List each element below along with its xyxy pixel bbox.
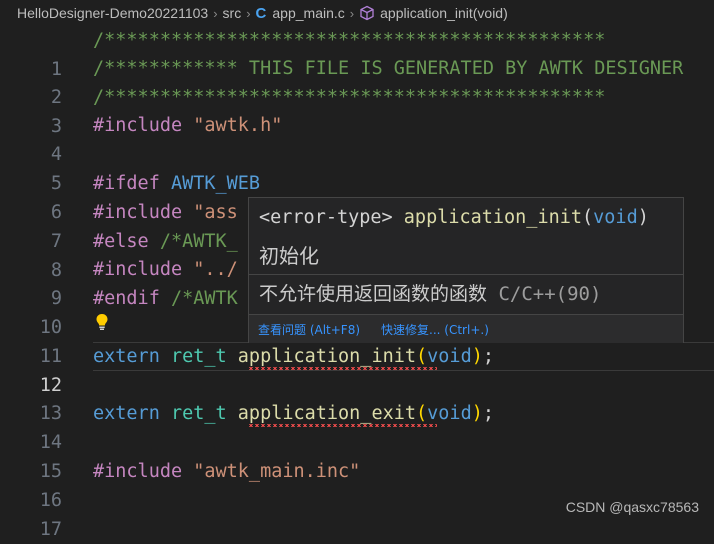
divider <box>249 274 683 275</box>
function-name: application_init <box>392 207 583 228</box>
paren: ) <box>637 207 649 228</box>
preprocessor-directive: #include <box>93 461 183 482</box>
error-text: 不允许使用返回函数的函数 <box>259 283 488 305</box>
keyword: extern <box>93 403 160 424</box>
paren: ( <box>582 207 594 228</box>
code-line[interactable]: 16 #include "awtk_main.inc" <box>0 457 714 511</box>
comment: /************ <box>93 58 238 79</box>
code-line[interactable]: 15 <box>0 428 714 482</box>
comment: /*AWTK_ <box>148 231 238 252</box>
line-number: 17 <box>39 519 62 540</box>
keyword: void <box>593 207 638 228</box>
preprocessor-directive: #include <box>93 202 183 223</box>
code-line[interactable]: 1 /*************************************… <box>0 26 714 80</box>
code-line[interactable]: 6 #ifdef AWTK_WEB <box>0 169 714 223</box>
paren: ( <box>416 403 428 424</box>
code-line[interactable]: 2 /************ THIS FILE IS GENERATED B… <box>0 54 714 108</box>
comment: /***************************************… <box>93 87 606 108</box>
preprocessor-directive: #ifdef <box>93 173 160 194</box>
paren: ) <box>471 346 483 367</box>
function-name[interactable]: application_init <box>227 346 416 367</box>
preprocessor-directive: #endif <box>93 288 160 309</box>
string-literal: "awtk_main.inc" <box>182 461 361 482</box>
preprocessor-directive: #include <box>93 259 183 280</box>
hover-status-bar: 查看问题 (Alt+F8) 快速修复... (Ctrl+.) <box>249 314 683 343</box>
quick-fix-link[interactable]: 快速修复... (Ctrl+.) <box>381 321 489 338</box>
view-problem-link[interactable]: 查看问题 (Alt+F8) <box>258 321 360 338</box>
punctuation: ; <box>482 403 494 424</box>
breadcrumb-file[interactable]: app_main.c <box>272 5 344 21</box>
code-line[interactable]: 4 #include "awtk.h" <box>0 111 714 165</box>
c-language-icon: C <box>255 4 267 22</box>
comment: /*AWTK <box>159 288 238 309</box>
code-line[interactable]: 5 <box>0 140 714 194</box>
string-literal: "../ <box>182 259 238 280</box>
paren: ( <box>416 346 428 367</box>
error-squiggle <box>248 424 437 427</box>
code-line[interactable]: 13 <box>0 370 714 424</box>
chevron-right-icon: › <box>349 5 355 21</box>
breadcrumb-symbol[interactable]: application_init(void) <box>380 5 508 21</box>
comment: THIS FILE IS GENERATED BY AWTK DESIGNER <box>237 58 684 79</box>
error-source: C/C++(90) <box>487 283 602 305</box>
watermark: CSDN @qasxc78563 <box>565 499 699 515</box>
punctuation: ; <box>482 346 494 367</box>
hover-description: 初始化 <box>259 244 319 268</box>
chevron-right-icon: › <box>213 5 218 21</box>
preprocessor-directive: #else <box>93 231 149 252</box>
breadcrumb: HelloDesigner-Demo20221103 › src › C app… <box>0 0 714 26</box>
chevron-right-icon: › <box>246 5 251 21</box>
type-name: ret_t <box>159 346 227 367</box>
hover-tooltip: <error-type> application_init(void) 初始化 … <box>248 197 684 343</box>
lightbulb-icon[interactable] <box>94 313 110 331</box>
hover-error-message: 不允许使用返回函数的函数 C/C++(90) <box>259 280 601 308</box>
preprocessor-directive: #include <box>93 115 183 136</box>
code-line[interactable]: 3 /*************************************… <box>0 83 714 137</box>
string-literal: "awtk.h" <box>182 115 283 136</box>
method-cube-icon <box>359 5 375 21</box>
keyword: extern <box>93 346 160 367</box>
function-name[interactable]: application_exit <box>227 403 416 424</box>
keyword: void <box>427 346 472 367</box>
breadcrumb-folder[interactable]: src <box>223 5 242 21</box>
type-name: ret_t <box>159 403 227 424</box>
comment: /***************************************… <box>93 30 606 51</box>
macro-name: AWTK_WEB <box>159 173 261 194</box>
paren: ) <box>471 403 483 424</box>
keyword: void <box>427 403 472 424</box>
hover-signature: <error-type> application_init(void) <box>259 204 649 232</box>
error-type-label: <error-type> <box>259 207 393 228</box>
breadcrumb-project[interactable]: HelloDesigner-Demo20221103 <box>17 5 208 21</box>
string-literal: "ass <box>182 202 238 223</box>
